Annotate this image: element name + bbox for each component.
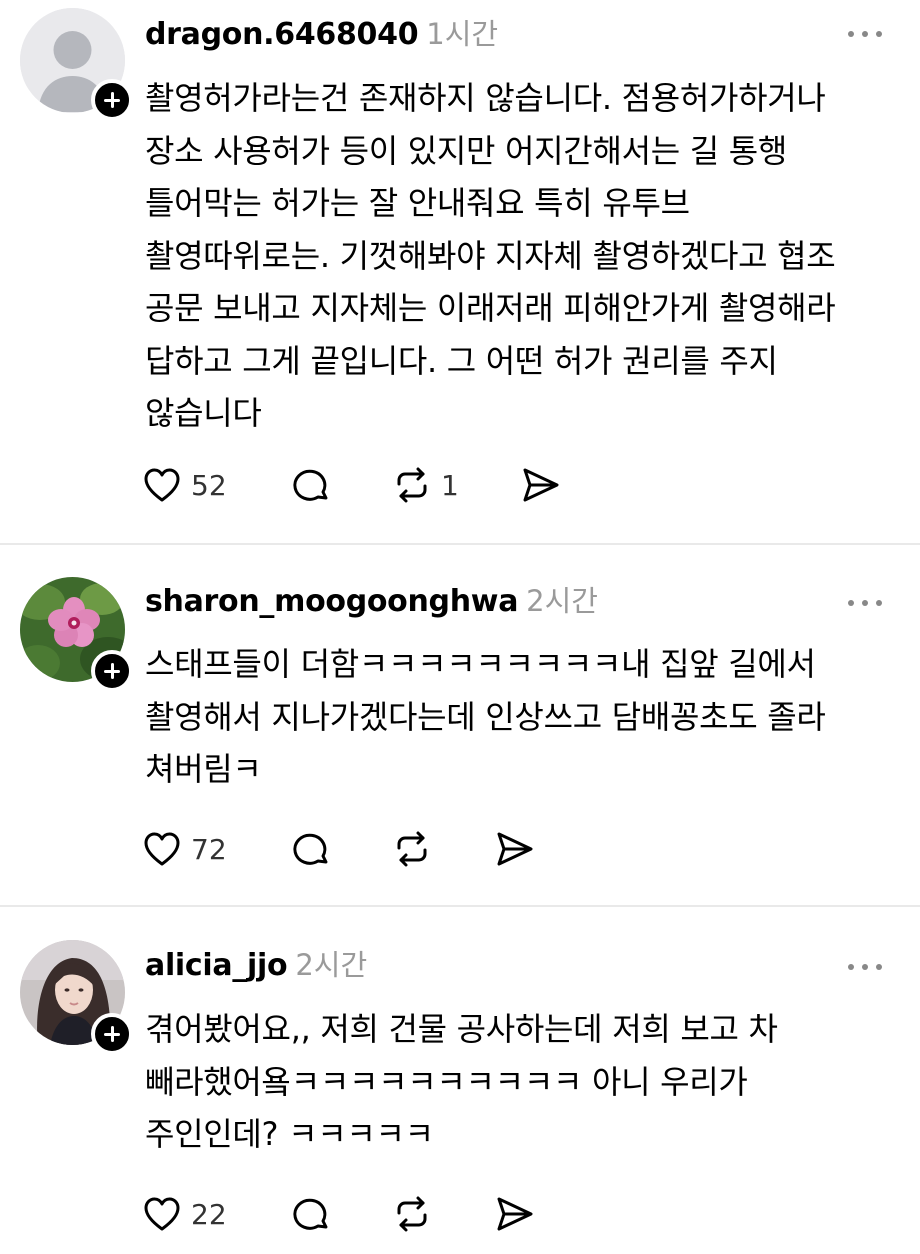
repost-button[interactable]: 1 [390,460,459,510]
text-line: 촬영허가라는건 존재하지 않습니다. 점용허가하거나 [145,79,826,117]
text-line: 않습니다 [145,394,262,432]
follow-plus-button[interactable] [91,1013,133,1055]
repost-count: 1 [441,468,459,502]
heart-icon [144,468,180,502]
send-icon [497,832,533,866]
username[interactable]: alicia_jjo [145,948,288,983]
like-button[interactable]: 72 [140,824,227,874]
text-line: 촬영해서 지나가겠다는데 인상쓰고 담배꽁초도 졸라 [145,697,826,736]
text-line: 빼라했어욬ㅋㅋㅋㅋㅋㅋㅋㅋㅋㅋ 아니 우리가 [145,1062,748,1101]
heart-icon [144,1197,180,1231]
more-options-icon[interactable] [845,961,885,973]
timestamp: 1시간 [426,17,499,51]
timestamp: 2시간 [526,584,598,618]
comment-text: 스태프들이 더함ㅋㅋㅋㅋㅋㅋㅋㅋㅋ내 집앞 길에서 촬영해서 지나가겠다는데 인… [145,638,885,796]
follow-plus-button[interactable] [91,79,133,121]
reply-button[interactable] [290,824,334,874]
repost-icon [397,1196,427,1232]
post-header: alicia_jjo 2시간 [145,943,367,987]
text-line: 공문 보내고 지자체는 이래저래 피해안가게 촬영해라 [145,289,836,327]
like-count: 52 [191,468,227,502]
username[interactable]: dragon.6468040 [145,17,419,52]
comment-text: 겪어봤어요,, 저희 건물 공사하는데 저희 보고 차 빼라했어욬ㅋㅋㅋㅋㅋㅋㅋ… [145,1003,885,1161]
text-line: 촬영따위로는. 기껏해봐야 지자체 촬영하겠다고 협조 [145,236,836,275]
text-line: 겪어봤어요,, 저희 건물 공사하는데 저희 보고 차 [145,1010,778,1048]
comment-post: sharon_moogoonghwa 2시간 스태프들이 더함ㅋㅋㅋㅋㅋㅋㅋㅋㅋ내… [0,545,920,907]
text-line: 답하고 그게 끝입니다. 그 어떤 허가 권리를 주지 [145,341,778,380]
text-line: 틀어막는 허가는 잘 안내줘요 특히 유투브 [145,184,690,222]
comment-icon [293,833,328,865]
comment-post: alicia_jjo 2시간 겪어봤어요,, 저희 건물 공사하는데 저희 보고 … [0,907,920,1254]
like-count: 72 [191,832,227,866]
text-line: 주인인데? ㅋㅋㅋㅋㅋ [145,1115,434,1153]
post-header: dragon.6468040 1시간 [145,12,498,56]
like-count: 22 [191,1197,227,1231]
repost-button[interactable] [390,824,441,874]
like-button[interactable]: 52 [140,460,227,510]
timestamp: 2시간 [295,948,368,982]
send-icon [523,468,559,502]
comment-text: 촬영허가라는건 존재하지 않습니다. 점용허가하거나 장소 사용허가 등이 있지… [145,72,885,440]
repost-button[interactable] [390,1189,441,1239]
more-options-icon[interactable] [845,28,885,40]
comment-icon [293,469,328,501]
reply-button[interactable] [290,460,334,510]
comment-icon [293,1198,328,1230]
more-options-icon[interactable] [845,597,885,609]
text-line: 스태프들이 더함ㅋㅋㅋㅋㅋㅋㅋㅋㅋ내 집앞 길에서 [145,645,816,683]
send-icon [497,1197,533,1231]
heart-icon [144,832,180,866]
like-button[interactable]: 22 [140,1189,227,1239]
share-button[interactable] [492,824,536,874]
repost-icon [397,831,427,867]
comment-post: dragon.6468040 1시간 촬영허가라는건 존재하지 않습니다. 점용허… [0,0,920,545]
post-header: sharon_moogoonghwa 2시간 [145,579,598,623]
follow-plus-button[interactable] [91,650,133,692]
reply-button[interactable] [290,1189,334,1239]
share-button[interactable] [518,460,562,510]
share-button[interactable] [492,1189,536,1239]
text-line: 쳐버림ㅋ [145,750,262,788]
repost-icon [397,467,427,503]
text-line: 장소 사용허가 등이 있지만 어지간해서는 길 통행 [145,131,788,170]
username[interactable]: sharon_moogoonghwa [145,584,518,619]
